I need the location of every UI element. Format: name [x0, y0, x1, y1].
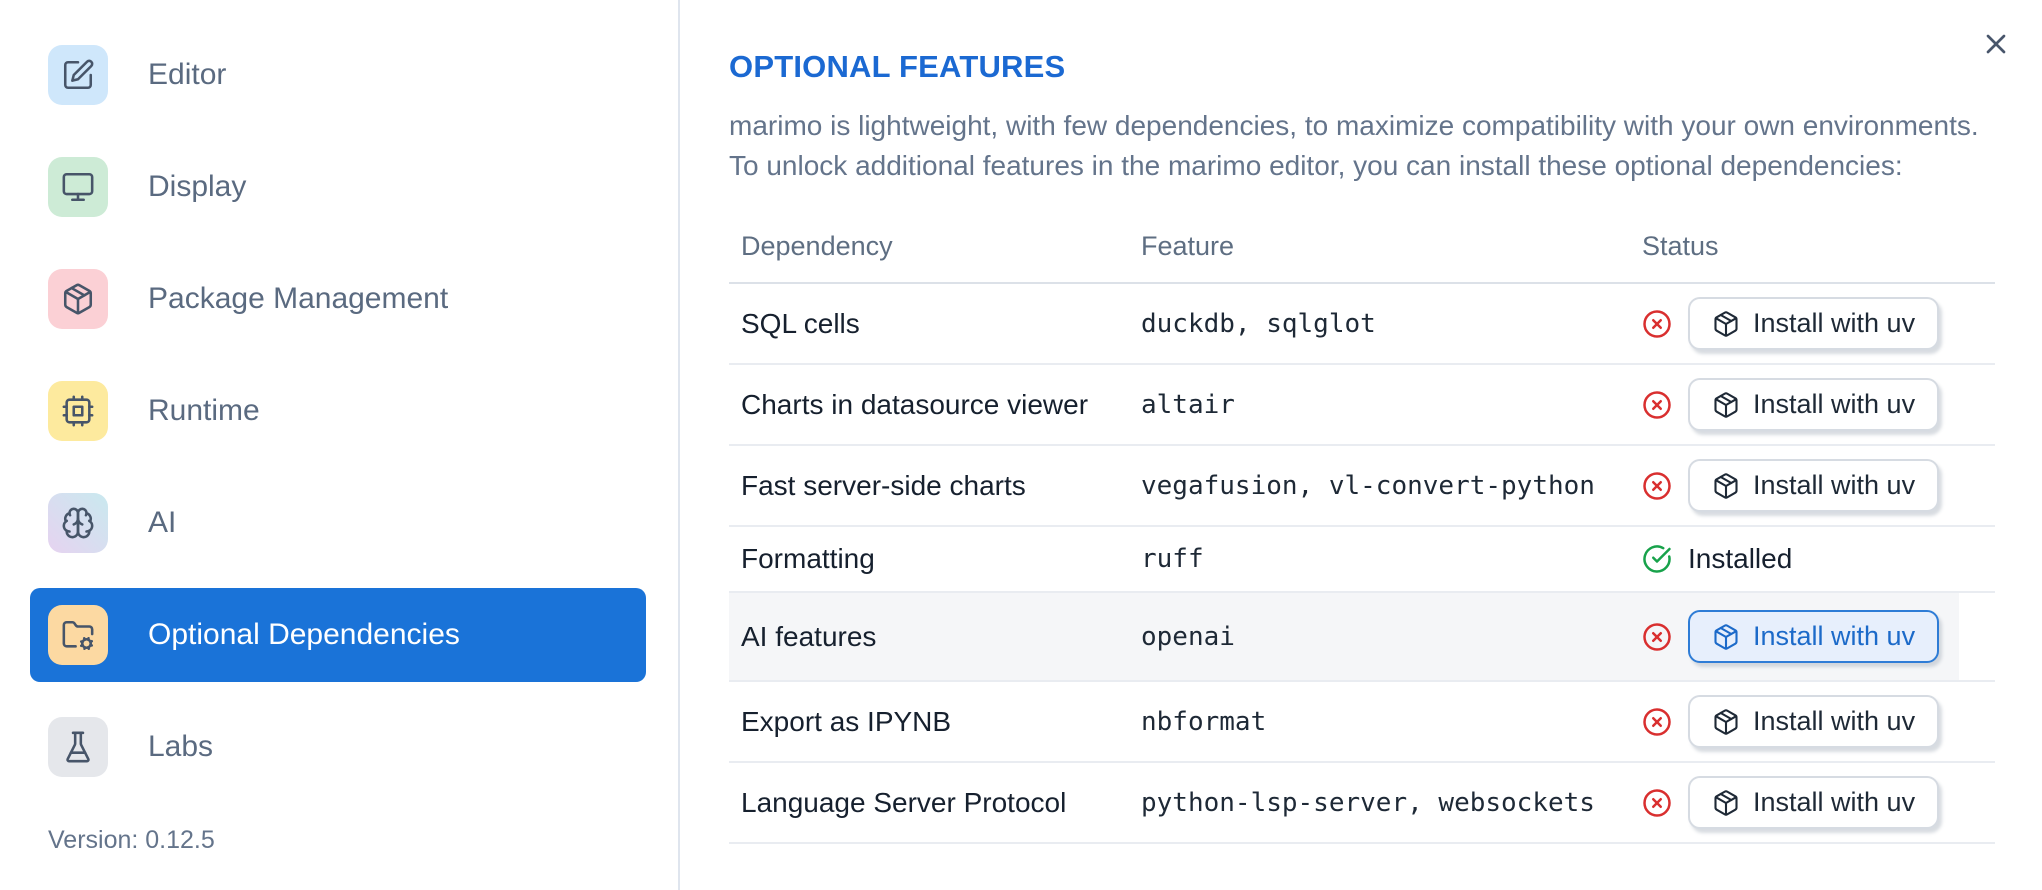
dependency-cell: SQL cells	[741, 307, 860, 339]
sidebar-item-ai[interactable]: AI	[30, 476, 646, 570]
circle-x-icon	[1642, 622, 1672, 652]
brain-icon	[48, 493, 108, 553]
monitor-icon	[48, 157, 108, 217]
feature-cell: duckdb, sqlglot	[1141, 308, 1376, 339]
circle-x-icon	[1642, 471, 1672, 501]
table-row: Charts in datasource viewer altair Insta…	[729, 365, 1995, 446]
table-row: Formatting ruff Installed	[729, 527, 1995, 593]
table-row: Language Server Protocol python-lsp-serv…	[729, 763, 1995, 844]
sidebar-item-runtime[interactable]: Runtime	[30, 364, 646, 458]
feature-cell: altair	[1141, 389, 1235, 420]
status-cell: Install with uv	[1630, 446, 1995, 525]
install-with-uv-button[interactable]: Install with uv	[1688, 610, 1940, 663]
package-icon	[1712, 310, 1740, 338]
install-with-uv-button[interactable]: Install with uv	[1688, 459, 1940, 512]
table-body: SQL cells duckdb, sqlglot Install with u…	[729, 284, 1995, 844]
column-header-dependency: Dependency	[741, 230, 893, 261]
table-row: AI features openai Install with uv	[729, 593, 1995, 682]
flask-icon	[48, 717, 108, 777]
status-cell: Installed	[1630, 527, 1995, 591]
table-row: SQL cells duckdb, sqlglot Install with u…	[729, 284, 1995, 365]
table-row: Fast server-side charts vegafusion, vl-c…	[729, 446, 1995, 527]
dependency-cell: Fast server-side charts	[741, 469, 1026, 501]
version-label: Version: 0.12.5	[48, 826, 215, 854]
package-icon	[1712, 708, 1740, 736]
feature-cell: openai	[1141, 621, 1235, 652]
dependency-cell: Formatting	[741, 543, 875, 574]
status-cell: Install with uv	[1630, 365, 1995, 444]
dependency-cell: Language Server Protocol	[741, 786, 1067, 818]
circle-x-icon	[1642, 309, 1672, 339]
table-row: Export as IPYNB nbformat Install with uv	[729, 682, 1995, 763]
close-button[interactable]	[1978, 26, 2014, 62]
status-cell: Install with uv	[1630, 682, 1995, 761]
feature-cell: vegafusion, vl-convert-python	[1141, 470, 1595, 501]
description-line: marimo is lightweight, with few dependen…	[729, 110, 1979, 141]
status-cell: Install with uv	[1630, 593, 1995, 680]
feature-cell: nbformat	[1141, 706, 1267, 737]
circle-check-icon	[1642, 544, 1672, 574]
sidebar-item-optional-dependencies[interactable]: Optional Dependencies	[30, 588, 646, 682]
package-icon	[48, 269, 108, 329]
dependency-cell: Charts in datasource viewer	[741, 388, 1089, 420]
panel-description: marimo is lightweight, with few dependen…	[729, 106, 1995, 186]
x-icon	[1978, 28, 2014, 60]
status-cell: Install with uv	[1630, 284, 1995, 363]
feature-cell: ruff	[1141, 544, 1204, 574]
description-line: To unlock additional features in the mar…	[729, 150, 1903, 181]
feature-cell: python-lsp-server, websockets	[1141, 787, 1595, 818]
optional-features-panel: OPTIONAL FEATURES marimo is lightweight,…	[682, 0, 2042, 890]
table-header: Dependency Feature Status	[729, 210, 1995, 284]
sidebar-item-display[interactable]: Display	[30, 140, 646, 234]
circle-x-icon	[1642, 788, 1672, 818]
dependencies-table: Dependency Feature Status SQL cells duck…	[729, 210, 1995, 844]
install-with-uv-button[interactable]: Install with uv	[1688, 695, 1940, 748]
package-icon	[1712, 472, 1740, 500]
install-with-uv-button[interactable]: Install with uv	[1688, 776, 1940, 829]
sidebar-nav: Editor Display Package Management Runtim…	[0, 0, 678, 794]
package-icon	[1712, 391, 1740, 419]
package-icon	[1712, 789, 1740, 817]
folder-cog-icon	[48, 605, 108, 665]
settings-sidebar: Editor Display Package Management Runtim…	[0, 0, 680, 890]
package-icon	[1712, 623, 1740, 651]
sidebar-item-editor[interactable]: Editor	[30, 28, 646, 122]
square-pen-icon	[48, 45, 108, 105]
circle-x-icon	[1642, 390, 1672, 420]
page-title: OPTIONAL FEATURES	[729, 49, 1066, 84]
dependency-cell: Export as IPYNB	[741, 705, 952, 737]
install-with-uv-button[interactable]: Install with uv	[1688, 378, 1940, 431]
status-cell: Install with uv	[1630, 763, 1995, 842]
circle-x-icon	[1642, 707, 1672, 737]
sidebar-item-labs[interactable]: Labs	[30, 700, 646, 794]
install-with-uv-button[interactable]: Install with uv	[1688, 297, 1940, 350]
cpu-icon	[48, 381, 108, 441]
column-header-status: Status	[1642, 230, 1719, 261]
column-header-feature: Feature	[1141, 230, 1235, 261]
dependency-cell: AI features	[741, 620, 877, 652]
installed-label: Installed	[1688, 543, 1793, 574]
sidebar-item-package-management[interactable]: Package Management	[30, 252, 646, 346]
